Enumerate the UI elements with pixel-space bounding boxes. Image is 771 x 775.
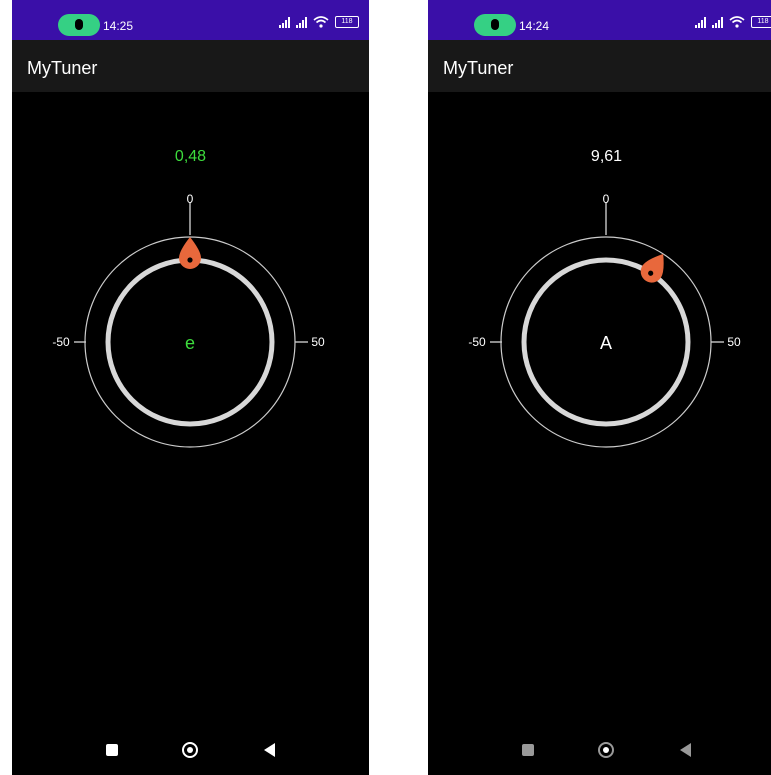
mic-icon: [491, 19, 499, 30]
mic-icon: [75, 19, 83, 30]
battery-icon: 118: [751, 16, 771, 28]
recents-button[interactable]: [522, 744, 534, 756]
battery-icon: 118: [335, 16, 359, 28]
scale-label-zero: 0: [603, 192, 610, 206]
status-icons: 118: [695, 16, 771, 28]
battery-level: 118: [757, 18, 769, 25]
app-title: MyTuner: [27, 58, 98, 78]
status-icons: 118: [279, 16, 359, 28]
tuner-dial: 0 -50 50 e: [52, 192, 325, 448]
status-bar: 14:25 118: [12, 0, 369, 40]
scale-label-plus: 50: [311, 335, 325, 349]
cents-readout: 9,61: [590, 148, 623, 165]
note-label: e: [185, 333, 195, 353]
wifi-icon: [313, 16, 329, 28]
recents-button[interactable]: [106, 744, 118, 756]
signal-icon: [712, 16, 723, 28]
needle-indicator: [179, 237, 201, 270]
signal-icon: [695, 16, 706, 28]
phone-screen-right: 14:24 118 MyTuner 9,61 0 -50 50 A: [428, 0, 771, 775]
wifi-icon: [729, 16, 745, 28]
scale-label-plus: 50: [727, 335, 741, 349]
note-label: A: [600, 333, 612, 353]
mic-indicator[interactable]: [58, 14, 100, 36]
tuner-dial: 0 -50 50 A: [468, 192, 741, 448]
back-button[interactable]: [264, 743, 275, 757]
app-title: MyTuner: [443, 58, 514, 78]
scale-label-minus: -50: [52, 335, 70, 349]
cents-readout: 0,48: [174, 148, 207, 165]
needle-indicator: [640, 253, 664, 283]
app-bar: MyTuner: [428, 40, 771, 92]
app-bar: MyTuner: [12, 40, 369, 92]
nav-bar: [428, 725, 771, 775]
signal-icon: [296, 16, 307, 28]
battery-level: 118: [341, 18, 353, 25]
back-button[interactable]: [680, 743, 691, 757]
status-time: 14:24: [519, 19, 550, 33]
scale-label-minus: -50: [468, 335, 486, 349]
mic-indicator[interactable]: [474, 14, 516, 36]
status-time: 14:25: [103, 19, 134, 33]
status-bar: 14:24 118: [428, 0, 771, 40]
signal-icon: [279, 16, 290, 28]
home-button[interactable]: [598, 742, 614, 758]
scale-label-zero: 0: [187, 192, 194, 206]
phone-screen-left: 14:25 118 MyTuner 0,48 0 -50 50 e: [12, 0, 369, 775]
nav-bar: [12, 725, 369, 775]
home-button[interactable]: [182, 742, 198, 758]
